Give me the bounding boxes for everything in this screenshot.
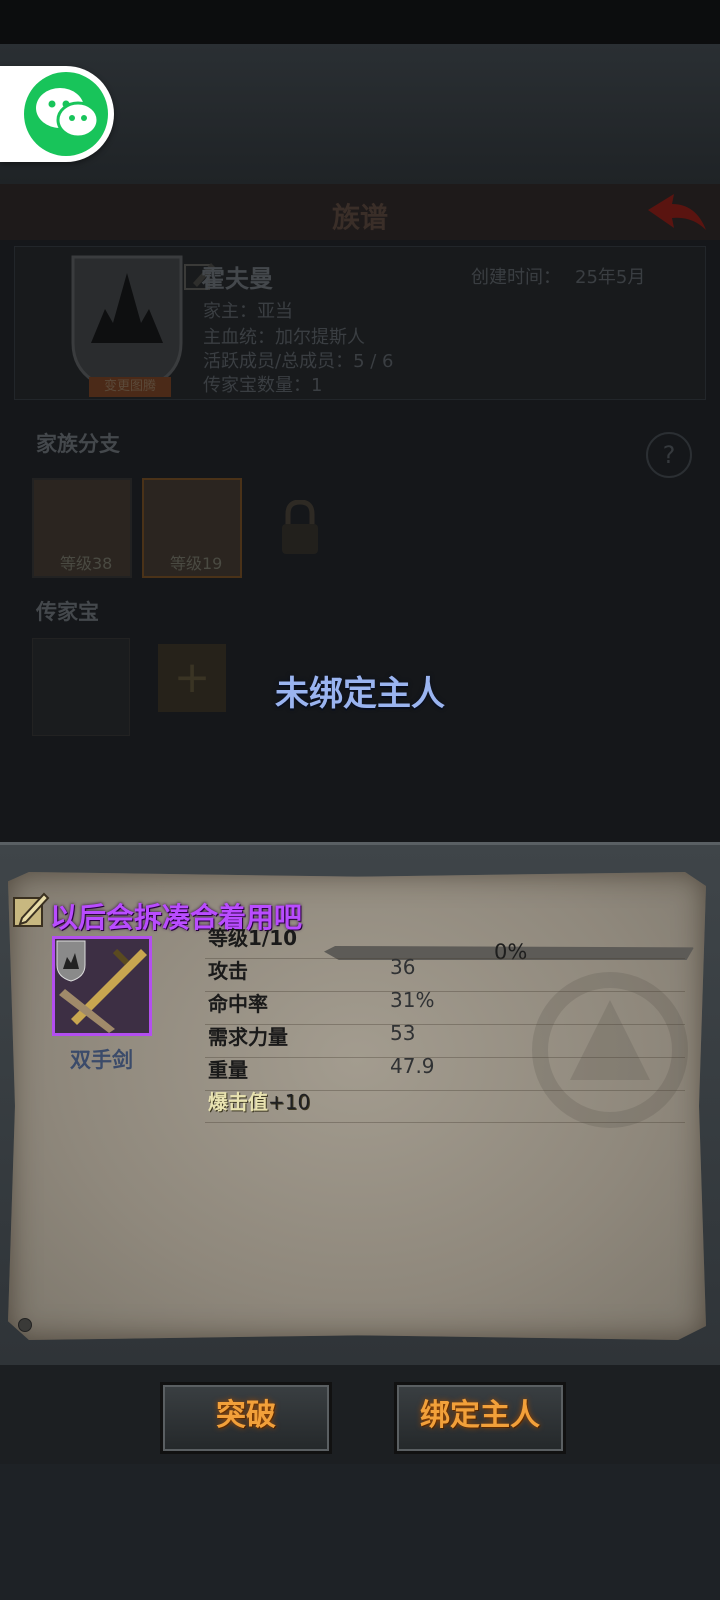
stat-attack-value: 36 xyxy=(390,955,416,979)
item-type-name: 双手剑 xyxy=(70,1048,133,1072)
two-handed-sword-icon xyxy=(52,936,152,1036)
wechat-icon xyxy=(24,72,108,156)
family-crest-icon[interactable] xyxy=(71,253,183,395)
heirlooms-title: 传家宝 xyxy=(36,600,99,624)
member-level: 等级38 xyxy=(60,554,113,573)
bottom-background xyxy=(0,1464,720,1600)
crit-bonus-label: 爆击值 xyxy=(208,1090,268,1114)
stat-attack-label: 攻击 xyxy=(208,959,248,983)
wechat-float-button[interactable] xyxy=(0,66,114,162)
family-members: 活跃成员/总成员：5 / 6 xyxy=(203,351,394,372)
change-crest-button[interactable]: 变更图腾 xyxy=(89,377,171,397)
unbound-owner-label: 未绑定主人 xyxy=(275,674,445,714)
created-value: 25年5月 xyxy=(575,267,646,288)
crit-bonus: 爆击值+10 xyxy=(208,1086,310,1115)
stat-strength-label: 需求力量 xyxy=(208,1025,288,1049)
divider xyxy=(205,1122,685,1123)
edit-pencil-icon[interactable] xyxy=(12,890,50,928)
member-level: 等级19 xyxy=(170,554,223,573)
divider xyxy=(205,1057,685,1058)
divider xyxy=(205,991,685,992)
stat-hit-label: 命中率 xyxy=(208,992,268,1016)
family-bloodline: 主血统：加尔提斯人 xyxy=(203,327,365,348)
status-bar xyxy=(0,0,720,44)
branch-member-portrait[interactable]: 等级38 xyxy=(32,478,132,578)
level-percent: 0% xyxy=(494,940,528,964)
branch-member-portrait[interactable]: 等级19 xyxy=(142,478,242,578)
family-head: 家主：亚当 xyxy=(203,301,293,322)
lock-icon xyxy=(282,500,318,554)
emblem-watermark-icon xyxy=(532,972,688,1128)
stat-hit-value: 31% xyxy=(390,988,435,1012)
divider xyxy=(205,958,685,959)
back-arrow-icon[interactable] xyxy=(644,190,712,236)
page-title: 族谱 xyxy=(331,201,388,234)
crit-bonus-value: +10 xyxy=(268,1090,311,1114)
heirloom-count: 传家宝数量：1 xyxy=(203,375,323,396)
rivet-icon xyxy=(18,1318,32,1332)
stat-strength-value: 53 xyxy=(390,1021,416,1045)
created-label: 创建时间： xyxy=(471,267,561,288)
breakthrough-button[interactable]: 突破 xyxy=(160,1382,332,1454)
branches-title: 家族分支 xyxy=(36,432,120,456)
stat-weight-label: 重量 xyxy=(208,1058,248,1082)
bind-owner-button[interactable]: 绑定主人 xyxy=(394,1382,566,1454)
family-info-card: 变更图腾 霍夫曼 创建时间： 25年5月 家主：亚当 主血统：加尔提斯人 活跃成… xyxy=(14,246,706,400)
stat-weight-value: 47.9 xyxy=(390,1054,435,1078)
family-name: 霍夫曼 xyxy=(201,265,273,293)
help-icon[interactable]: ? xyxy=(646,432,692,478)
level-label: 等级1/10 xyxy=(208,926,298,950)
